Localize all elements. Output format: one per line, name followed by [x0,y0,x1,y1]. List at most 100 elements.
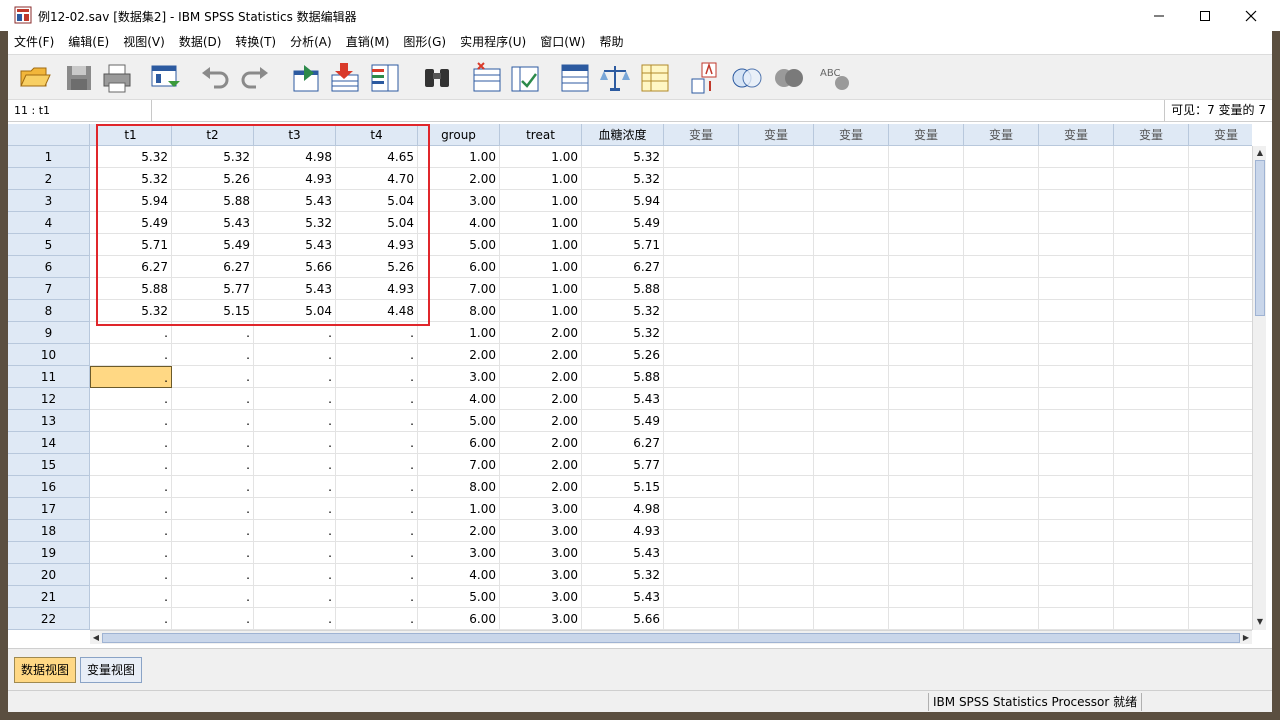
data-cell[interactable]: . [90,476,172,498]
save-button[interactable] [62,61,96,95]
data-cell[interactable]: 4.70 [336,168,418,190]
data-cell[interactable]: 2.00 [500,476,582,498]
data-cell[interactable]: . [90,608,172,630]
data-cell[interactable]: 4.93 [582,520,664,542]
data-cell[interactable] [1189,454,1252,476]
data-cell[interactable]: 5.00 [418,586,500,608]
data-cell[interactable]: . [336,542,418,564]
empty-variable-header[interactable]: 变量 [889,124,964,146]
data-cell[interactable]: 1.00 [500,146,582,168]
data-cell[interactable]: . [90,520,172,542]
data-cell[interactable]: . [336,322,418,344]
data-cell[interactable]: 5.00 [418,410,500,432]
data-cell[interactable] [1189,366,1252,388]
scroll-down-icon[interactable]: ▼ [1254,616,1266,628]
data-cell[interactable] [664,432,739,454]
data-cell[interactable] [664,322,739,344]
data-cell[interactable] [1114,344,1189,366]
column-header-t2[interactable]: t2 [172,124,254,146]
data-cell[interactable]: 4.98 [254,146,336,168]
data-cell[interactable]: 5.43 [254,234,336,256]
data-cell[interactable]: 6.00 [418,432,500,454]
data-cell[interactable]: 5.49 [582,212,664,234]
data-cell[interactable] [814,300,889,322]
data-cell[interactable] [1114,322,1189,344]
data-cell[interactable]: 3.00 [418,190,500,212]
data-cell[interactable] [664,388,739,410]
data-cell[interactable]: . [172,344,254,366]
data-cell[interactable] [964,520,1039,542]
data-cell[interactable] [964,498,1039,520]
data-cell[interactable] [814,454,889,476]
row-header[interactable]: 17 [8,498,90,520]
row-header[interactable]: 21 [8,586,90,608]
data-cell[interactable]: . [254,608,336,630]
row-header[interactable]: 1 [8,146,90,168]
data-cell[interactable] [1039,432,1114,454]
menu-item[interactable]: 实用程序(U) [460,31,526,54]
data-cell[interactable] [889,432,964,454]
data-cell[interactable]: . [336,410,418,432]
row-header[interactable]: 16 [8,476,90,498]
data-cell[interactable] [964,366,1039,388]
data-cell[interactable]: 3.00 [500,586,582,608]
empty-variable-header[interactable]: 变量 [814,124,889,146]
data-cell[interactable]: . [254,586,336,608]
spelling-button[interactable] [772,61,806,95]
row-header[interactable]: 20 [8,564,90,586]
menu-item[interactable]: 分析(A) [290,31,332,54]
data-cell[interactable] [1039,278,1114,300]
data-cell[interactable]: 3.00 [500,498,582,520]
data-cell[interactable] [964,190,1039,212]
data-cell[interactable] [889,344,964,366]
data-cell[interactable]: 5.43 [172,212,254,234]
data-cell[interactable] [664,190,739,212]
row-header[interactable]: 3 [8,190,90,212]
row-header[interactable]: 9 [8,322,90,344]
data-cell[interactable] [814,344,889,366]
data-cell[interactable]: . [172,388,254,410]
data-cell[interactable]: 5.32 [90,300,172,322]
scroll-up-icon[interactable]: ▲ [1254,147,1266,159]
data-cell[interactable] [1039,300,1114,322]
data-cell[interactable] [1189,410,1252,432]
data-cell[interactable]: . [90,454,172,476]
data-cell[interactable] [739,366,814,388]
data-cell[interactable] [964,608,1039,630]
data-cell[interactable] [1039,454,1114,476]
data-cell[interactable] [889,476,964,498]
data-cell[interactable] [739,388,814,410]
data-cell[interactable]: 5.32 [582,322,664,344]
data-cell[interactable] [814,586,889,608]
empty-variable-header[interactable]: 变量 [1114,124,1189,146]
data-cell[interactable] [1039,168,1114,190]
data-cell[interactable] [664,564,739,586]
row-header[interactable]: 4 [8,212,90,234]
go-to-case-button[interactable] [290,61,324,95]
show-sets-button[interactable] [730,61,764,95]
data-cell[interactable]: 5.32 [90,146,172,168]
data-cell[interactable] [814,168,889,190]
vertical-scroll-thumb[interactable] [1255,160,1265,316]
menu-item[interactable]: 文件(F) [14,31,54,54]
data-cell[interactable] [814,476,889,498]
data-cell[interactable]: 5.77 [172,278,254,300]
data-cell[interactable] [889,146,964,168]
data-cell[interactable] [1039,190,1114,212]
data-cell[interactable] [1189,146,1252,168]
data-cell[interactable] [664,234,739,256]
grid-corner[interactable] [8,124,90,146]
data-cell[interactable] [964,388,1039,410]
data-cell[interactable] [664,212,739,234]
data-cell[interactable] [889,388,964,410]
data-cell[interactable] [739,168,814,190]
data-cell[interactable] [1039,520,1114,542]
data-cell[interactable] [964,300,1039,322]
data-cell[interactable]: 5.26 [336,256,418,278]
data-cell[interactable] [1114,212,1189,234]
data-cell[interactable] [814,366,889,388]
data-cell[interactable]: 5.66 [582,608,664,630]
data-cell[interactable] [1114,168,1189,190]
data-cell[interactable]: . [172,366,254,388]
data-cell[interactable]: 5.49 [90,212,172,234]
